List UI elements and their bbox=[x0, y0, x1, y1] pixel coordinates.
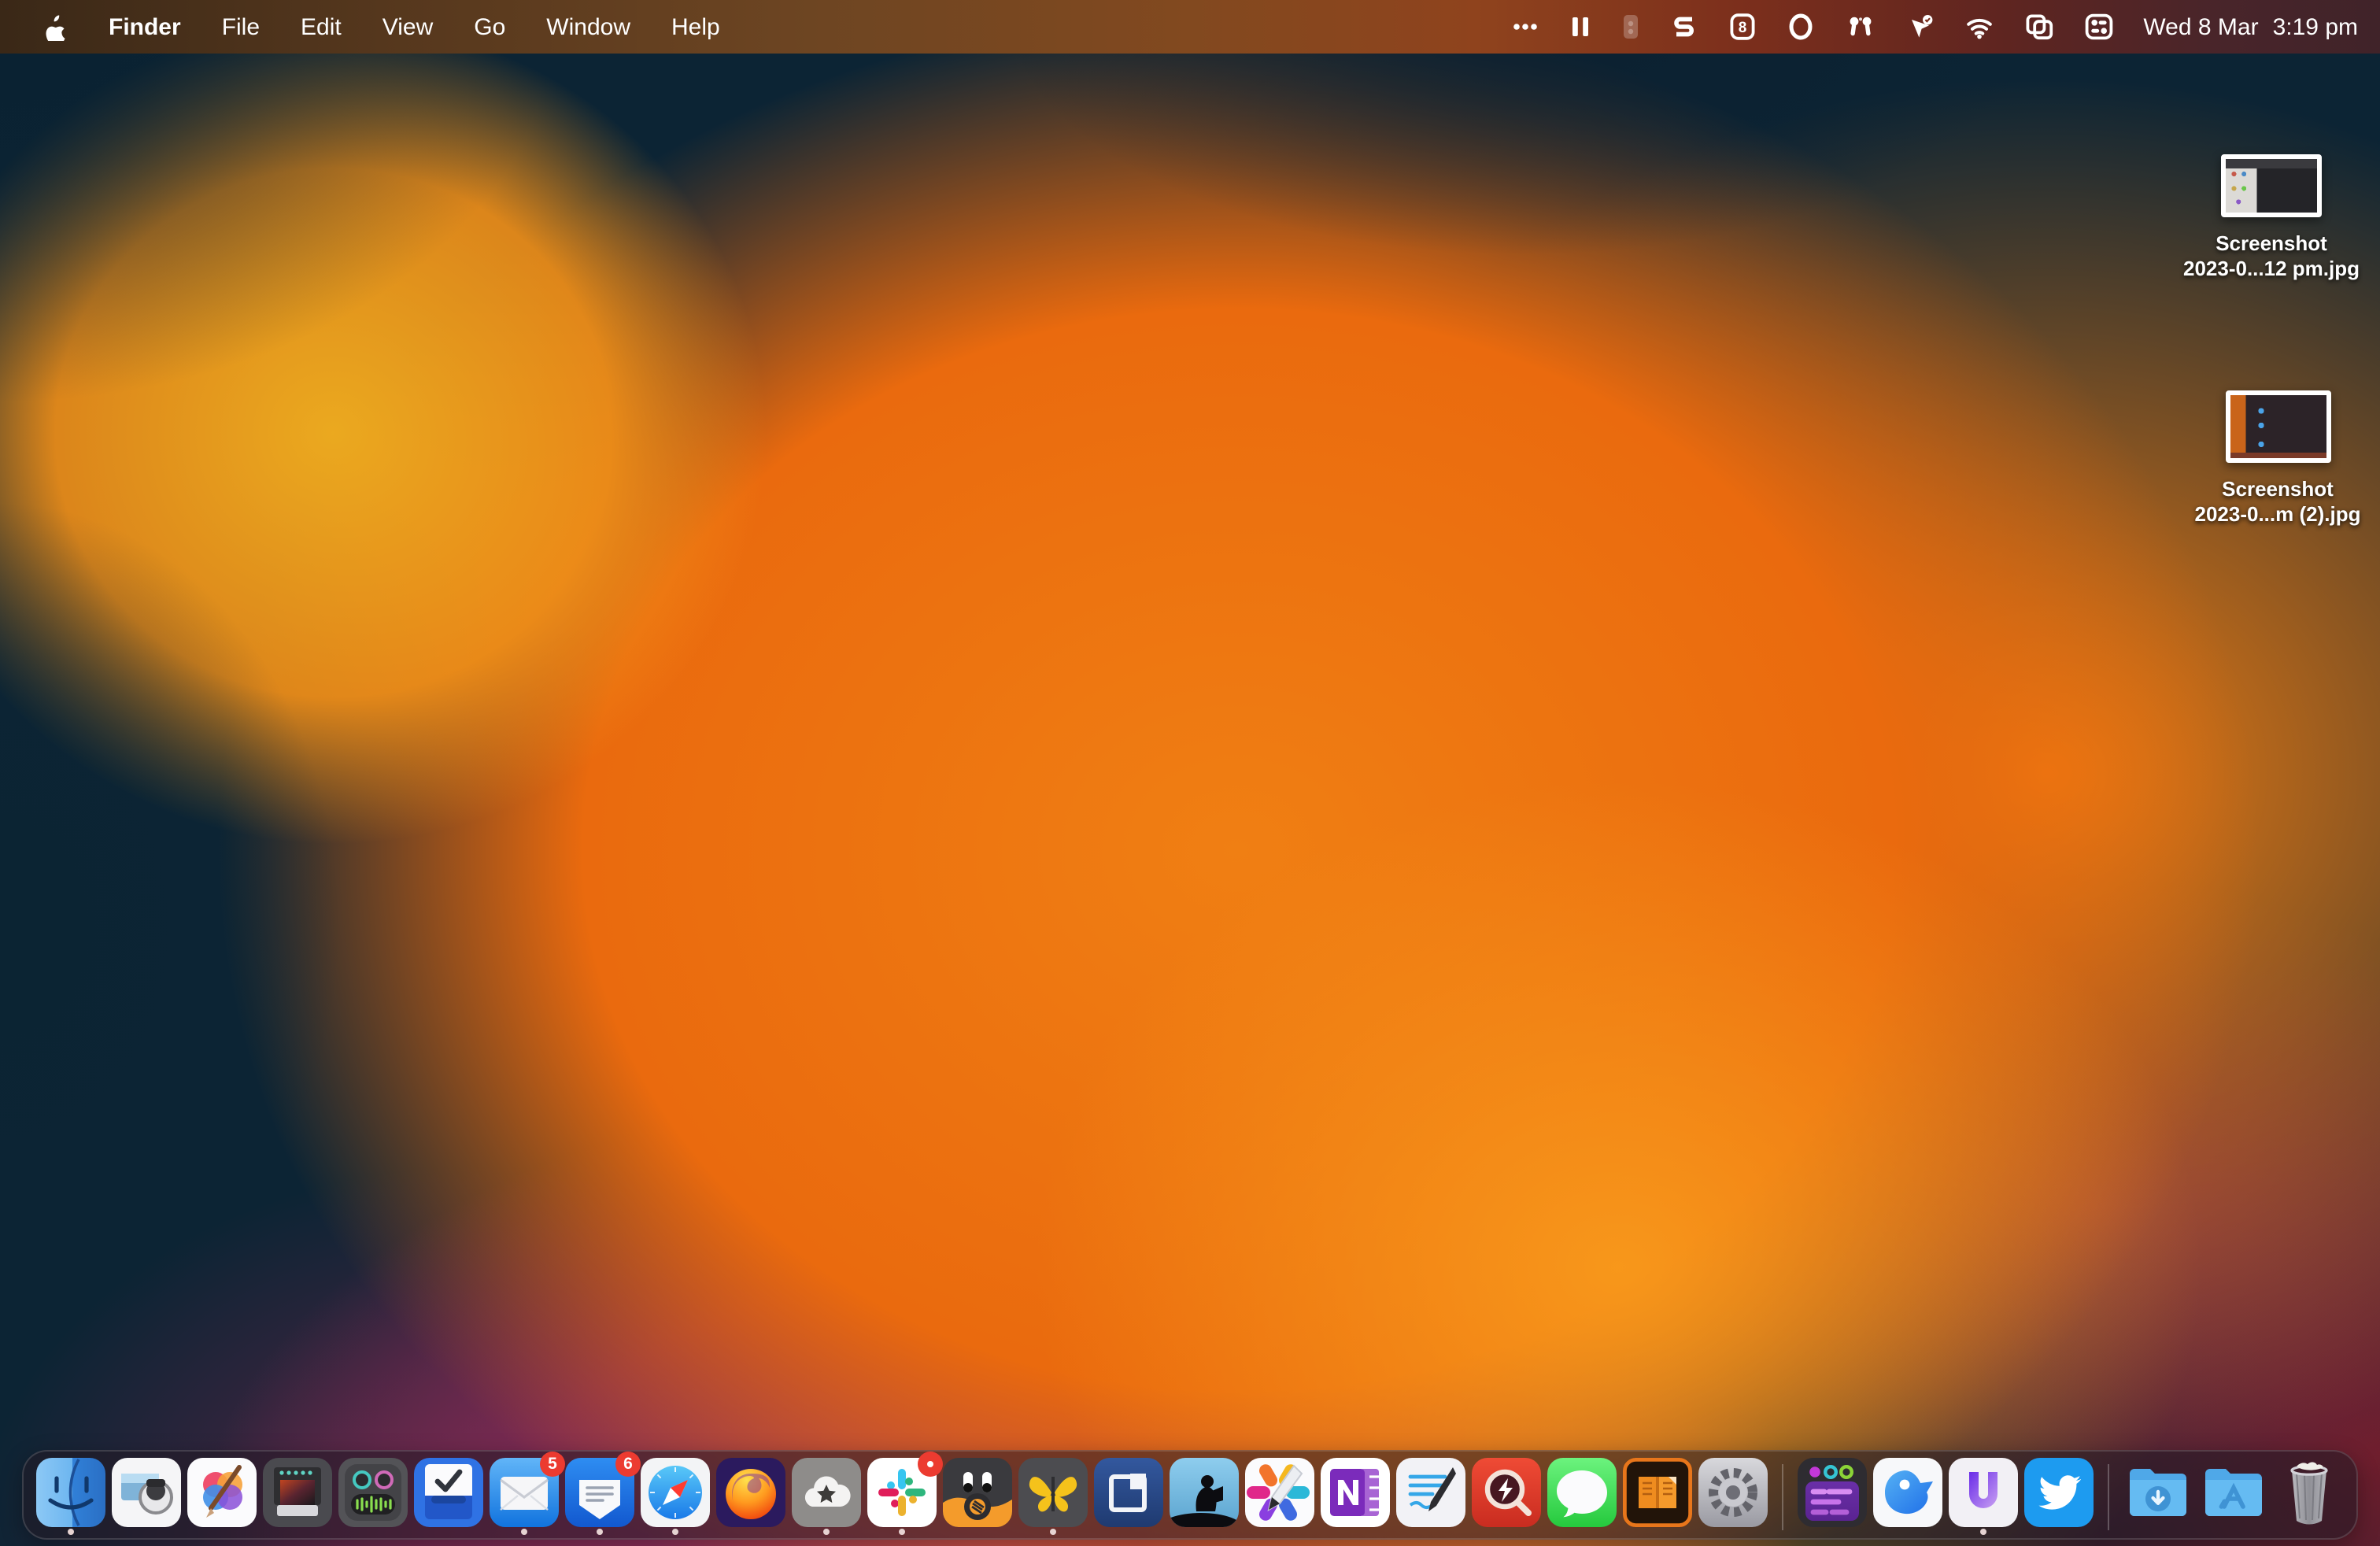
dock-item-slack[interactable] bbox=[867, 1452, 943, 1535]
dock-item-purple-tasks-app[interactable] bbox=[1798, 1456, 1867, 1535]
slack-badge bbox=[918, 1452, 943, 1477]
file-label-line1: Screenshot bbox=[2222, 477, 2334, 501]
dock-item-blue-bird-app[interactable] bbox=[1873, 1456, 1942, 1535]
dock-item-onenote[interactable] bbox=[1321, 1456, 1390, 1535]
dock-item-ulysses[interactable] bbox=[1018, 1456, 1088, 1535]
running-indicator bbox=[521, 1529, 527, 1535]
file-thumbnail bbox=[2221, 154, 2322, 217]
dock-item-highlights[interactable] bbox=[1245, 1456, 1314, 1535]
desktop-file-screenshot-2[interactable]: Screenshot 2023-0...m (2).jpg bbox=[2185, 390, 2371, 527]
spark-badge: 6 bbox=[615, 1452, 641, 1477]
airpods-icon[interactable] bbox=[1844, 13, 1876, 41]
menu-bar: Finder File Edit View Go Window Help 8 W… bbox=[0, 0, 2380, 54]
desktop-wallpaper bbox=[0, 0, 2380, 1546]
dock-item-pixelmator[interactable] bbox=[187, 1456, 257, 1535]
menu-window[interactable]: Window bbox=[526, 13, 651, 40]
dock-item-twitter[interactable] bbox=[2024, 1456, 2094, 1535]
menu-help[interactable]: Help bbox=[651, 13, 741, 40]
dock-item-u-launcher-app[interactable] bbox=[1949, 1456, 2018, 1535]
status-badge-8-text: 8 bbox=[1738, 20, 1746, 36]
desktop-screen: Finder File Edit View Go Window Help 8 W… bbox=[0, 0, 2380, 1546]
more-status-icon[interactable] bbox=[1510, 13, 1539, 41]
dock-item-preview[interactable] bbox=[112, 1456, 181, 1535]
dock-item-downloads-folder[interactable] bbox=[2123, 1456, 2193, 1535]
running-indicator bbox=[68, 1529, 74, 1535]
menu-bar-status: 8 Wed 8 Mar 3:19 pm bbox=[1510, 13, 2380, 41]
calendar-8-icon[interactable]: 8 bbox=[1728, 13, 1756, 41]
dock-separator bbox=[2108, 1464, 2109, 1530]
dock-item-things[interactable] bbox=[414, 1456, 483, 1535]
apple-logo-icon bbox=[46, 15, 65, 41]
running-indicator bbox=[672, 1529, 678, 1535]
running-indicator bbox=[597, 1529, 603, 1535]
menu-view[interactable]: View bbox=[362, 13, 454, 40]
stage-s-icon[interactable] bbox=[1669, 13, 1698, 41]
dock: 5 6 bbox=[22, 1450, 2358, 1540]
dock-item-trash[interactable] bbox=[2275, 1456, 2344, 1535]
wifi-icon[interactable] bbox=[1964, 13, 1994, 41]
mail-badge: 5 bbox=[540, 1452, 565, 1477]
location-check-icon[interactable] bbox=[1905, 13, 1934, 41]
menu-bar-left: Finder File Edit View Go Window Help bbox=[0, 13, 741, 41]
dock-item-system-settings[interactable] bbox=[1698, 1456, 1768, 1535]
running-indicator bbox=[899, 1529, 905, 1535]
dock-item-safari[interactable] bbox=[641, 1456, 710, 1535]
menu-edit[interactable]: Edit bbox=[280, 13, 362, 40]
dock-item-notability[interactable] bbox=[1396, 1456, 1465, 1535]
dock-item-cloud-star-app[interactable] bbox=[792, 1456, 861, 1535]
dock-item-window-manager-app[interactable] bbox=[1094, 1456, 1163, 1535]
clock-time: 3:19 pm bbox=[2272, 13, 2358, 40]
menu-file[interactable]: File bbox=[201, 13, 280, 40]
file-thumbnail bbox=[2225, 390, 2330, 463]
device-status-icon[interactable] bbox=[1621, 13, 1639, 41]
ring-icon[interactable] bbox=[1786, 13, 1814, 41]
menu-go[interactable]: Go bbox=[453, 13, 526, 40]
dock-item-messages[interactable] bbox=[1547, 1456, 1617, 1535]
control-center-icon[interactable] bbox=[2083, 13, 2113, 41]
running-indicator bbox=[1980, 1529, 1986, 1535]
dock-item-finder[interactable] bbox=[36, 1456, 105, 1535]
dock-item-applications-folder[interactable] bbox=[2199, 1456, 2268, 1535]
file-label: Screenshot 2023-0...m (2).jpg bbox=[2195, 477, 2361, 527]
dock-item-printer-photo-app[interactable] bbox=[263, 1456, 332, 1535]
dock-item-spark[interactable]: 6 bbox=[565, 1452, 641, 1535]
dock-item-firefox[interactable] bbox=[716, 1456, 785, 1535]
dock-item-kindle[interactable] bbox=[1170, 1456, 1239, 1535]
screen-mirroring-icon[interactable] bbox=[2023, 13, 2053, 41]
apple-menu[interactable] bbox=[19, 13, 88, 41]
pause-icon[interactable] bbox=[1569, 13, 1591, 41]
dock-item-camera-robot-app[interactable] bbox=[943, 1456, 1012, 1535]
file-label-line1: Screenshot bbox=[2216, 231, 2327, 255]
file-label-line2: 2023-0...m (2).jpg bbox=[2194, 502, 2361, 526]
dock-item-audio-robot-app[interactable] bbox=[338, 1456, 408, 1535]
running-indicator bbox=[823, 1529, 830, 1535]
dock-item-ebook-reader-app[interactable] bbox=[1623, 1456, 1692, 1535]
dock-item-capture-loupe-app[interactable] bbox=[1472, 1456, 1541, 1535]
file-label-line2: 2023-0...12 pm.jpg bbox=[2183, 257, 2360, 280]
dock-separator bbox=[1782, 1464, 1783, 1530]
running-indicator bbox=[1050, 1529, 1056, 1535]
menu-app-name[interactable]: Finder bbox=[88, 13, 201, 40]
clock-date: Wed 8 Mar bbox=[2143, 13, 2259, 40]
menu-bar-clock[interactable]: Wed 8 Mar 3:19 pm bbox=[2143, 13, 2358, 40]
file-label: Screenshot 2023-0...12 pm.jpg bbox=[2183, 231, 2360, 282]
dock-item-mail[interactable]: 5 bbox=[490, 1452, 565, 1535]
desktop-file-screenshot-1[interactable]: Screenshot 2023-0...12 pm.jpg bbox=[2179, 154, 2364, 282]
